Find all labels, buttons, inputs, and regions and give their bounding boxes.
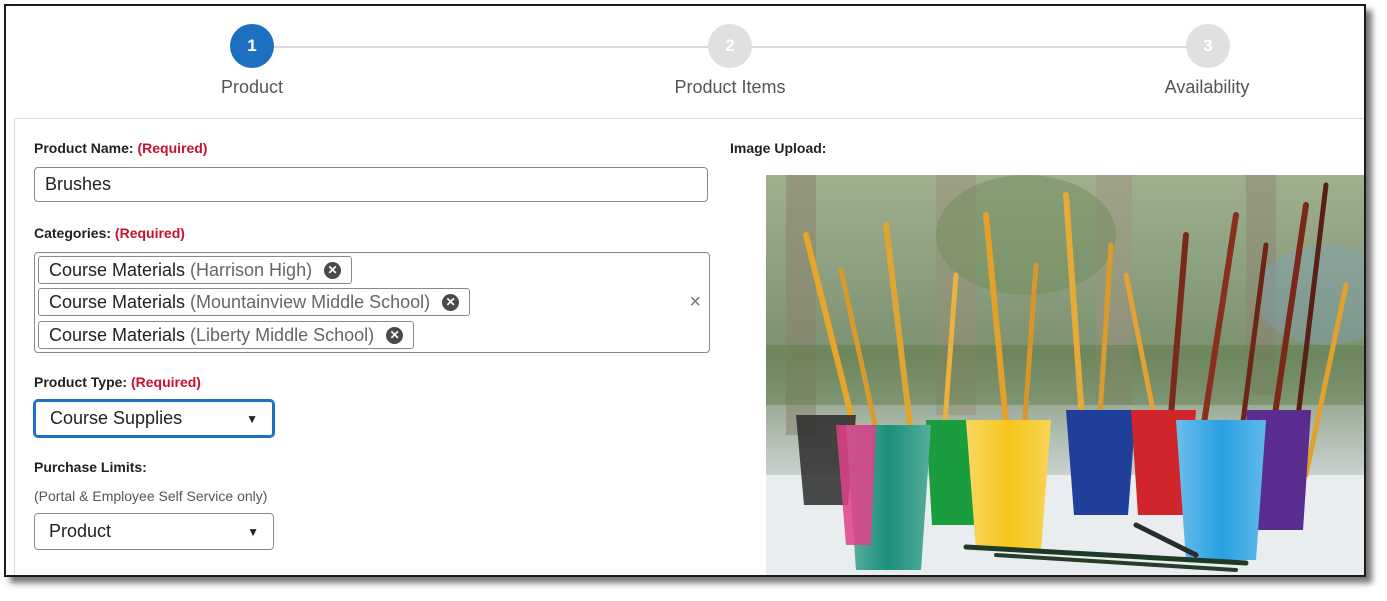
remove-chip-icon[interactable]: ✕ xyxy=(442,293,460,311)
product-name-label: Product Name: (Required) xyxy=(34,140,208,156)
required-marker: (Required) xyxy=(114,225,185,241)
category-chip: Course Materials (Harrison High) ✕ xyxy=(38,256,353,284)
step-1-circle[interactable]: 1 xyxy=(230,24,274,68)
product-name-input[interactable]: Brushes xyxy=(34,167,708,202)
paint-brushes-photo xyxy=(766,175,1364,575)
dropdown-caret-icon: ▼ xyxy=(247,524,259,539)
step-1-label: Product xyxy=(220,77,284,97)
categories-label: Categories: (Required) xyxy=(34,225,185,241)
clear-all-icon[interactable]: × xyxy=(689,291,701,314)
product-type-select[interactable]: Course Supplies ▼ xyxy=(34,400,274,437)
purchase-limits-label: Purchase Limits: xyxy=(34,459,147,475)
step-2-circle[interactable]: 2 xyxy=(708,24,752,68)
step-2-label: Product Items xyxy=(674,77,786,97)
categories-multiselect[interactable]: Course Materials (Harrison High) ✕ Cours… xyxy=(34,252,710,353)
product-wizard-window: 1 Product 2 Product Items 3 Availability… xyxy=(4,4,1366,577)
category-chip: Course Materials (Mountainview Middle Sc… xyxy=(38,288,471,316)
step-connector xyxy=(752,46,1188,48)
wizard-stepper: 1 Product 2 Product Items 3 Availability xyxy=(6,6,1364,116)
product-image[interactable] xyxy=(766,175,1364,575)
product-type-label: Product Type: (Required) xyxy=(34,374,201,390)
remove-chip-icon[interactable]: ✕ xyxy=(324,261,342,279)
step-3-circle[interactable]: 3 xyxy=(1186,24,1230,68)
purchase-limits-select[interactable]: Product ▼ xyxy=(34,513,274,550)
category-chip: Course Materials (Liberty Middle School)… xyxy=(38,321,415,349)
step-connector xyxy=(274,46,710,48)
remove-chip-icon[interactable]: ✕ xyxy=(386,326,404,344)
required-marker: (Required) xyxy=(137,140,208,156)
purchase-limits-hint: (Portal & Employee Self Service only) xyxy=(34,488,268,504)
required-marker: (Required) xyxy=(130,374,201,390)
step-3-label: Availability xyxy=(1164,77,1250,97)
dropdown-caret-icon: ▼ xyxy=(246,411,258,426)
image-upload-label: Image Upload: xyxy=(730,140,827,156)
